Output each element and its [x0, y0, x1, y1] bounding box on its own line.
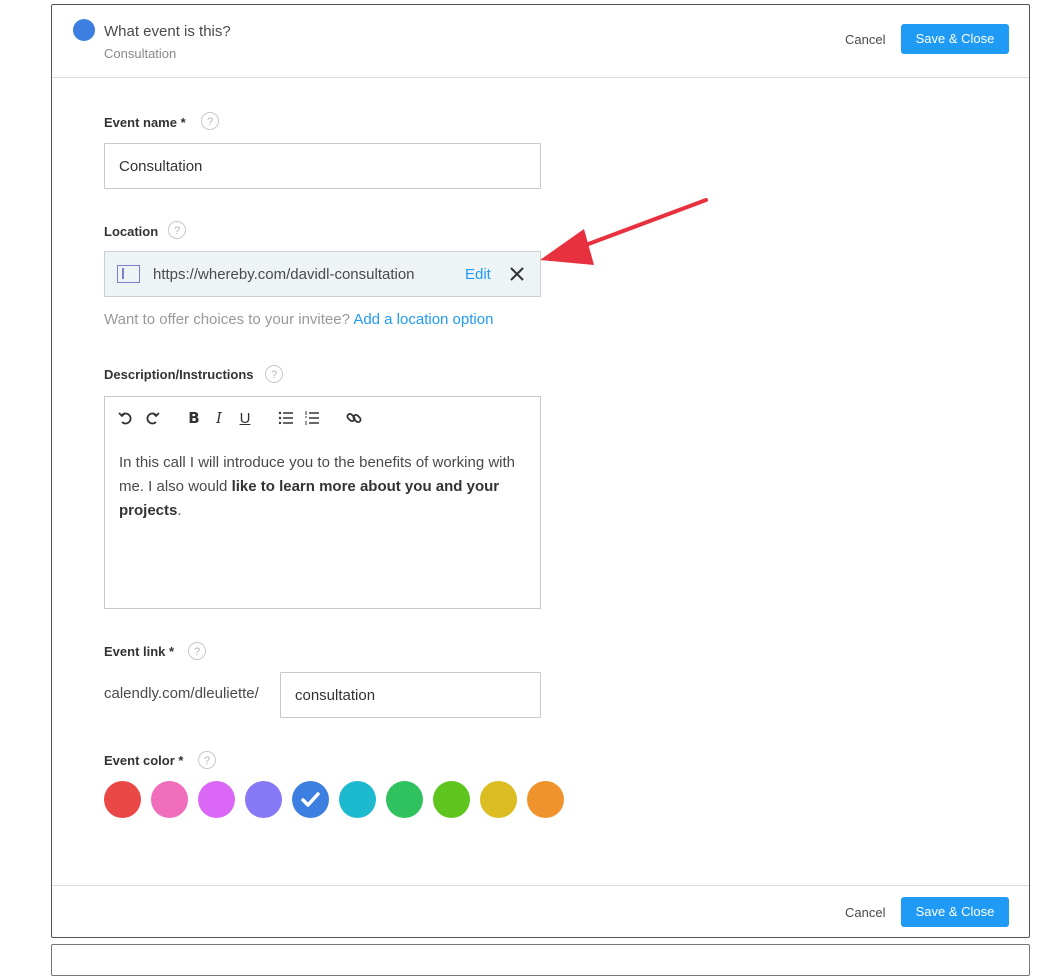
location-label: Location: [104, 224, 159, 239]
location-field: https://whereby.com/davidl-consultation …: [104, 251, 541, 297]
help-icon[interactable]: ?: [201, 112, 219, 130]
bold-icon[interactable]: B: [185, 409, 203, 427]
underline-icon[interactable]: U: [236, 409, 254, 427]
undo-icon[interactable]: [117, 409, 135, 427]
event-color-label: Event color *: [104, 753, 184, 768]
save-close-button[interactable]: Save & Close: [901, 897, 1009, 927]
event-link-prefix: calendly.com/dleuliette/: [104, 685, 259, 702]
event-color-dot: [73, 19, 95, 41]
save-close-button[interactable]: Save & Close: [901, 24, 1009, 54]
color-swatch[interactable]: [433, 781, 470, 818]
event-edit-panel: What event is this? Consultation Cancel …: [51, 4, 1030, 938]
color-swatch[interactable]: [198, 781, 235, 818]
event-name-value: Consultation: [119, 157, 203, 175]
panel-footer: Cancel Save & Close: [52, 885, 1029, 937]
event-link-label: Event link *: [104, 644, 175, 659]
close-icon[interactable]: [507, 264, 527, 284]
help-icon[interactable]: ?: [198, 751, 216, 769]
header-subtitle: Consultation: [104, 46, 177, 61]
help-icon[interactable]: ?: [188, 642, 206, 660]
location-hint-text: Want to offer choices to your invitee?: [104, 311, 350, 328]
color-swatch[interactable]: [245, 781, 282, 818]
header-title: What event is this?: [104, 23, 231, 40]
color-swatch[interactable]: [292, 781, 329, 818]
description-text: In this call I will introduce you to the…: [119, 451, 520, 523]
color-swatch[interactable]: [480, 781, 517, 818]
event-link-value: consultation: [295, 686, 376, 704]
panel-header: What event is this? Consultation Cancel …: [52, 5, 1029, 78]
location-url: https://whereby.com/davidl-consultation: [153, 266, 415, 283]
checkmark-icon: [301, 792, 320, 807]
description-text-end: .: [177, 502, 182, 519]
bulleted-list-icon[interactable]: [277, 409, 295, 427]
numbered-list-icon[interactable]: [303, 409, 321, 427]
description-label: Description/Instructions: [104, 367, 254, 382]
add-location-option-link[interactable]: Add a location option: [353, 311, 493, 328]
color-swatch[interactable]: [527, 781, 564, 818]
italic-icon[interactable]: I: [210, 409, 228, 427]
next-panel-edge: [51, 944, 1030, 976]
redo-icon[interactable]: [143, 409, 161, 427]
event-name-input[interactable]: Consultation: [104, 143, 541, 189]
color-swatch[interactable]: [386, 781, 423, 818]
color-swatch[interactable]: [104, 781, 141, 818]
location-edit-link[interactable]: Edit: [465, 266, 491, 283]
help-icon[interactable]: ?: [168, 221, 186, 239]
link-icon[interactable]: [345, 409, 363, 427]
cancel-button[interactable]: Cancel: [845, 905, 885, 920]
color-swatch[interactable]: [151, 781, 188, 818]
color-swatch[interactable]: [339, 781, 376, 818]
cancel-button[interactable]: Cancel: [845, 32, 885, 47]
description-editor[interactable]: B I U In this call I will introduce you …: [104, 396, 541, 609]
location-hint: Want to offer choices to your invitee? A…: [104, 311, 493, 328]
event-link-input[interactable]: consultation: [280, 672, 541, 718]
help-icon[interactable]: ?: [265, 365, 283, 383]
event-name-label: Event name *: [104, 115, 186, 130]
video-window-icon: [117, 265, 140, 283]
